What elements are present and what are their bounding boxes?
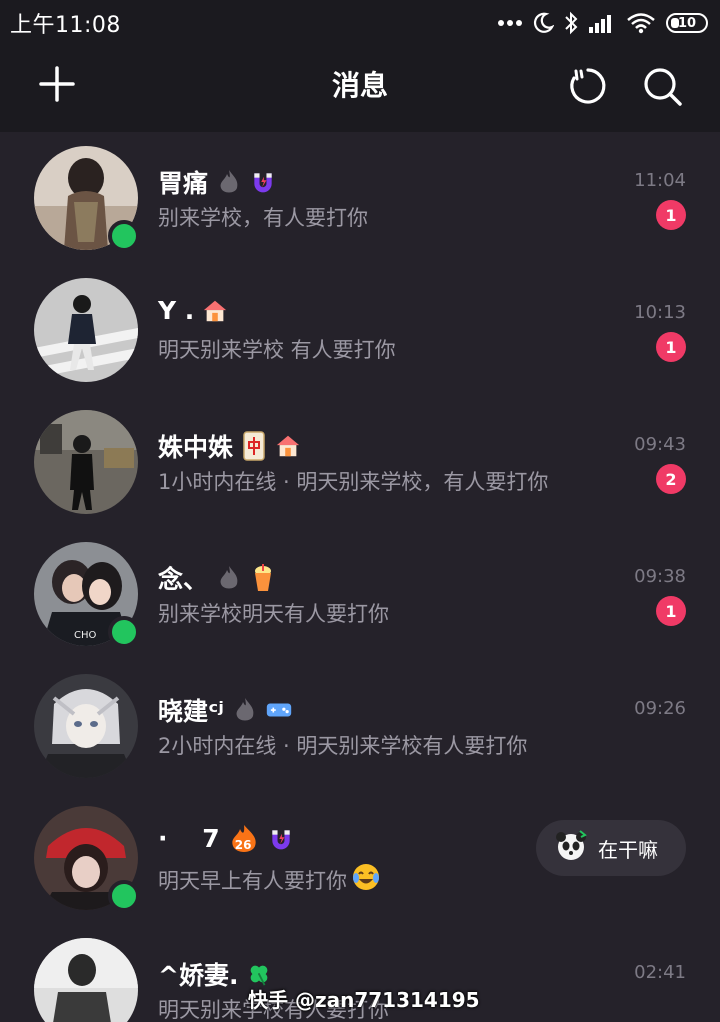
conversation-list: 胃痛 别来学校，有人要打你 11:04 1 Y . 明天别来学校 有人要打你 1… — [0, 132, 720, 1022]
contact-name: 胃痛 — [158, 169, 209, 198]
conversation-item[interactable]: Y . 明天别来学校 有人要打你 10:13 1 — [0, 264, 720, 396]
conversation-item[interactable]: 晓建ᶜʲ 2小时内在线 · 明天别来学校有人要打你 09:26 — [0, 660, 720, 792]
message-time: 10:13 — [634, 302, 686, 323]
contact-name: 姝中姝 — [158, 433, 234, 462]
streak-count: 26 — [234, 837, 252, 852]
online-indicator — [108, 880, 140, 912]
unread-badge: 1 — [656, 200, 686, 230]
magnet-icon — [250, 168, 276, 196]
header-bar: 消息 — [0, 46, 720, 132]
contact-name: 晓建ᶜʲ — [158, 697, 224, 726]
status-bar: 上午11:08 10 — [0, 0, 720, 46]
contact-name: 念、 — [158, 565, 209, 594]
streak-flame-icon: 26 — [228, 824, 260, 853]
unread-badge: 1 — [656, 332, 686, 362]
gamepad-icon — [266, 696, 292, 724]
house-icon — [202, 297, 228, 325]
contact-name-row: Y . — [158, 296, 228, 325]
quick-reply-label: 在干嘛 — [598, 837, 658, 862]
message-time: 09:26 — [634, 698, 686, 719]
flame-icon — [216, 564, 242, 592]
status-icons: 10 — [498, 11, 708, 35]
conversation-item[interactable]: · 7 26 明天早上有人要打你 在干嘛 — [0, 792, 720, 924]
online-indicator — [108, 616, 140, 648]
search-button[interactable] — [640, 64, 684, 108]
conversation-item[interactable]: 胃痛 别来学校，有人要打你 11:04 1 — [0, 132, 720, 264]
message-preview: 明天别来学校 有人要打你 — [158, 338, 396, 362]
magnet-icon — [268, 825, 294, 853]
svg-text:CHO: CHO — [74, 630, 97, 641]
search-icon — [644, 68, 682, 106]
avatar[interactable] — [34, 938, 138, 1022]
contact-name-row: 念、 — [158, 560, 276, 596]
moon-icon — [532, 12, 554, 34]
message-preview: 别来学校明天有人要打你 — [158, 602, 389, 626]
contact-name-row: 姝中姝 — [158, 428, 301, 464]
refresh-icon — [570, 68, 606, 104]
message-time: 11:04 — [634, 170, 686, 191]
flame-icon — [216, 168, 242, 196]
status-time: 上午11:08 — [10, 13, 121, 38]
laughing-crying-emoji-icon — [351, 862, 381, 897]
panda-icon — [554, 829, 588, 868]
recent-button[interactable] — [566, 64, 610, 108]
drink-cup-icon — [250, 564, 276, 592]
battery-level: 10 — [677, 15, 697, 31]
flame-icon — [232, 696, 258, 724]
wifi-icon — [626, 12, 656, 34]
house-icon — [275, 432, 301, 460]
battery-icon: 10 — [666, 13, 708, 33]
message-preview: 别来学校，有人要打你 — [158, 206, 368, 230]
message-time: 09:43 — [634, 434, 686, 455]
avatar[interactable] — [34, 674, 138, 778]
conversation-item[interactable]: CHO 念、 别来学校明天有人要打你 09:38 1 — [0, 528, 720, 660]
contact-name: ^娇妻. — [158, 961, 239, 990]
message-preview-text: 明天早上有人要打你 — [158, 868, 347, 893]
unread-badge: 2 — [656, 464, 686, 494]
mahjong-tile-icon — [241, 431, 267, 461]
watermark: 快手 @zan771314195 — [248, 988, 480, 1012]
message-time: 09:38 — [634, 566, 686, 587]
signal-icon — [588, 13, 616, 33]
page-title: 消息 — [331, 69, 388, 102]
avatar[interactable] — [34, 278, 138, 382]
online-indicator — [108, 220, 140, 252]
more-dots-icon — [498, 19, 522, 27]
contact-name: Y . — [158, 296, 195, 325]
contact-name: · 7 — [158, 824, 220, 853]
message-preview: 1小时内在线 · 明天别来学校，有人要打你 — [158, 470, 549, 494]
conversation-item[interactable]: 姝中姝 1小时内在线 · 明天别来学校，有人要打你 09:43 2 — [0, 396, 720, 528]
message-time: 02:41 — [634, 962, 686, 983]
contact-name-row: · 7 26 — [158, 824, 294, 853]
contact-name-row: 晓建ᶜʲ — [158, 692, 292, 728]
quick-reply-button[interactable]: 在干嘛 — [536, 820, 686, 876]
message-preview: 明天早上有人要打你 — [158, 862, 381, 897]
contact-name-row: 胃痛 — [158, 164, 276, 200]
avatar[interactable] — [34, 410, 138, 514]
bluetooth-icon — [564, 11, 578, 35]
unread-badge: 1 — [656, 596, 686, 626]
message-preview: 2小时内在线 · 明天别来学校有人要打你 — [158, 734, 528, 758]
